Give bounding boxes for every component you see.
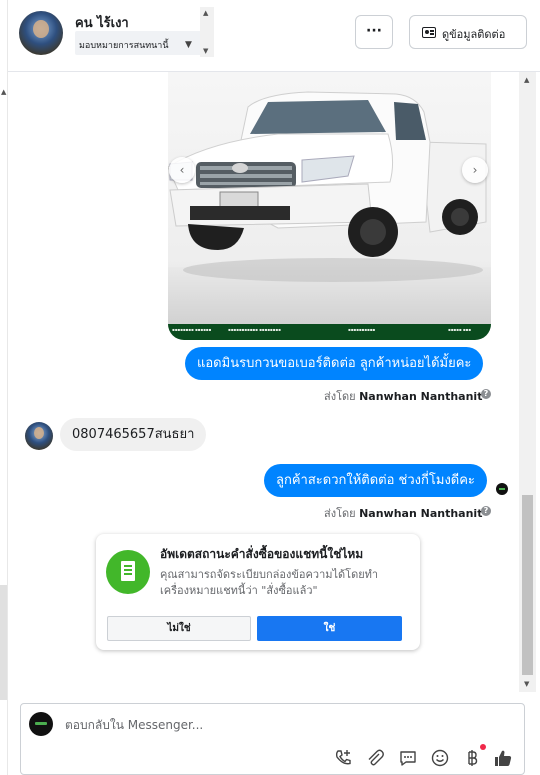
page-avatar: [29, 712, 53, 736]
no-button[interactable]: ไม่ใช่: [107, 616, 251, 641]
info-circle-icon[interactable]: ?: [481, 389, 491, 399]
next-image-arrow-icon[interactable]: ›: [462, 157, 488, 183]
dealer-caption-left: ▪▪▪▪▪▪▪▪ ▪▪▪▪▪▪: [172, 327, 212, 332]
add-call-icon[interactable]: [333, 748, 353, 768]
shared-car-photo[interactable]: ▪▪▪▪▪▪▪▪ ▪▪▪▪▪▪ ▪▪▪▪▪▪▪▪▪▪▪ ▪▪▪▪▪▪▪▪ ▪▪▪…: [168, 72, 491, 340]
left-panel-edge: ▲: [0, 0, 8, 775]
order-status-prompt-card: อัพเดตสถานะคำสั่งซื้อของแชทนี้ใช่ไหม คุณ…: [96, 534, 420, 650]
left-scrollbar-thumb[interactable]: [0, 585, 7, 700]
assign-conversation-dropdown[interactable]: มอบหมายการสนทนานี้ ▼: [75, 31, 205, 55]
sent-by-label: ส่งโดย Nanwhan Nanthanit: [324, 504, 482, 522]
contact-avatar[interactable]: [19, 11, 63, 55]
scrollbar-thumb[interactable]: [522, 495, 533, 675]
yes-button[interactable]: ใช่: [257, 616, 402, 641]
outgoing-message-bubble[interactable]: แอดมินรบกวนขอเบอร์ติดต่อ ลูกค้าหน่อยได้ม…: [185, 347, 484, 380]
dealer-caption-right: ▪▪▪▪▪▪▪▪▪▪: [348, 327, 376, 332]
contact-avatar-small[interactable]: [25, 422, 53, 450]
info-circle-icon[interactable]: ?: [481, 506, 491, 516]
sent-by-name: Nanwhan Nanthanit: [359, 507, 483, 520]
assign-dropdown-scrollbar[interactable]: ▲ ▼: [200, 7, 214, 57]
view-contact-info-label: ดูข้อมูลติดต่อ: [442, 28, 506, 41]
reply-composer: [20, 703, 525, 775]
thumbs-up-icon[interactable]: [493, 748, 513, 768]
scroll-up-arrow-icon[interactable]: ▲: [1, 88, 6, 96]
more-options-button[interactable]: ···: [355, 15, 393, 49]
scroll-up-arrow-icon[interactable]: ▲: [203, 9, 208, 17]
payment-baht-icon[interactable]: [462, 748, 482, 768]
dealer-caption-end: ▪▪▪▪▪ ▪▪▪: [448, 327, 471, 332]
conversation-header: คน ไร้เงา มอบหมายการสนทนานี้ ▼ ▲ ▼ ··· ด…: [8, 0, 540, 72]
pickup-truck-image: [168, 91, 487, 282]
order-prompt-title: อัพเดตสถานะคำสั่งซื้อของแชทนี้ใช่ไหม: [160, 547, 364, 561]
contact-card-icon: [422, 27, 436, 38]
emoji-icon[interactable]: [430, 748, 450, 768]
reply-input[interactable]: [65, 714, 505, 736]
scroll-up-arrow-icon[interactable]: ▲: [524, 76, 529, 84]
order-document-icon: [106, 550, 150, 594]
incoming-message-bubble[interactable]: 0807465657สนธยา: [60, 418, 207, 451]
caret-down-icon: ▼: [185, 40, 192, 50]
scroll-down-arrow-icon[interactable]: ▼: [524, 680, 529, 688]
contact-name[interactable]: คน ไร้เงา: [75, 12, 129, 33]
view-contact-info-button[interactable]: ดูข้อมูลติดต่อ: [409, 15, 527, 49]
dealer-caption-mid: ▪▪▪▪▪▪▪▪▪▪▪ ▪▪▪▪▪▪▪▪: [228, 327, 281, 332]
scroll-down-arrow-icon[interactable]: ▼: [203, 47, 208, 55]
previous-image-arrow-icon[interactable]: ‹: [169, 157, 195, 183]
order-prompt-description: คุณสามารถจัดระเบียบกล่องข้อความได้โดยทำเ…: [160, 568, 379, 597]
conversation-scrollbar[interactable]: ▲ ▼: [519, 72, 536, 692]
dealer-caption-bar: ▪▪▪▪▪▪▪▪ ▪▪▪▪▪▪ ▪▪▪▪▪▪▪▪▪▪▪ ▪▪▪▪▪▪▪▪ ▪▪▪…: [168, 324, 491, 340]
saved-replies-icon[interactable]: [398, 748, 418, 768]
sent-by-prefix: ส่งโดย: [324, 507, 356, 520]
notification-dot: [480, 744, 486, 750]
assign-conversation-label: มอบหมายการสนทนานี้: [79, 41, 169, 51]
sent-by-name: Nanwhan Nanthanit: [359, 390, 483, 403]
sent-by-label: ส่งโดย Nanwhan Nanthanit: [324, 387, 482, 405]
outgoing-message-bubble[interactable]: ลูกค้าสะดวกให้ติดต่อ ช่วงกี่โมงดีคะ: [264, 464, 487, 497]
messenger-inbox-conversation: ▲ คน ไร้เงา มอบหมายการสนทนานี้ ▼ ▲ ▼ ···…: [0, 0, 540, 775]
read-receipt-avatar: [496, 483, 508, 495]
attachment-icon[interactable]: [365, 748, 385, 768]
sent-by-prefix: ส่งโดย: [324, 390, 356, 403]
